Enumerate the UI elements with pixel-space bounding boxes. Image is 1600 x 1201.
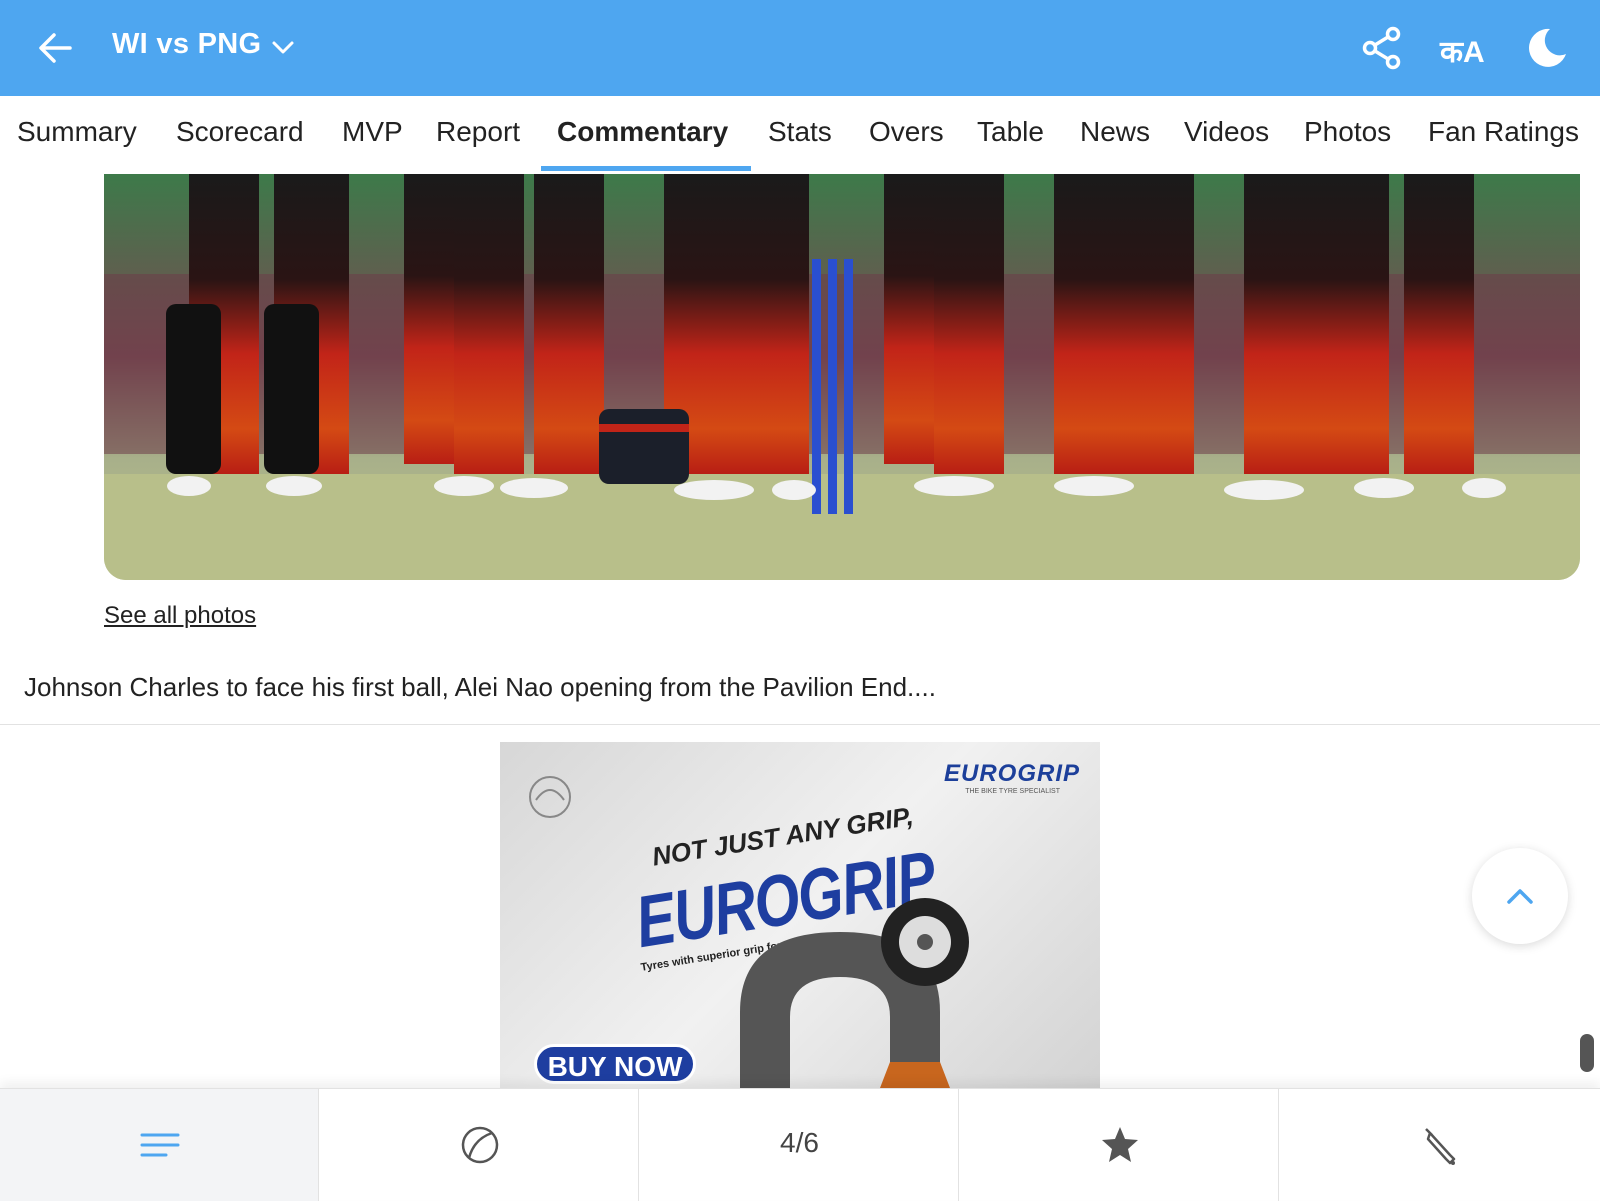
bottom-nav-menu[interactable] — [0, 1089, 319, 1201]
bottom-nav-bar: 4/6 — [0, 1088, 1600, 1201]
back-arrow-icon[interactable] — [36, 28, 76, 68]
share-icon[interactable] — [1362, 26, 1402, 70]
commentary-text: Johnson Charles to face his first ball, … — [24, 672, 936, 702]
bat-icon — [1425, 1128, 1456, 1165]
tab-videos[interactable]: Videos — [1184, 116, 1269, 148]
tab-report[interactable]: Report — [436, 116, 520, 148]
match-title[interactable]: WI vs PNG — [112, 28, 261, 61]
ball-icon — [461, 1126, 499, 1164]
scrollbar-thumb[interactable] — [1580, 1034, 1594, 1072]
tab-news[interactable]: News — [1080, 116, 1150, 148]
tab-commentary[interactable]: Commentary — [557, 116, 728, 148]
ad-brand-logo: EUROGRIP — [943, 760, 1080, 787]
moon-icon[interactable] — [1524, 26, 1568, 70]
buy-now-button[interactable]: BUY NOW — [534, 1044, 696, 1084]
active-tab-indicator — [541, 166, 751, 171]
advertisement-banner[interactable]: EUROGRIP THE BIKE TYRE SPECIALIST NOT JU… — [500, 742, 1100, 1088]
divider — [0, 724, 1600, 725]
ad-brand-subtitle: THE BIKE TYRE SPECIALIST — [965, 788, 1060, 795]
tab-mvp[interactable]: MVP — [342, 116, 403, 148]
players-celebration-image — [104, 174, 1580, 580]
match-photo[interactable] — [104, 174, 1580, 580]
tab-stats[interactable]: Stats — [768, 116, 832, 148]
menu-icon — [140, 1133, 180, 1157]
scroll-to-top-button[interactable] — [1472, 848, 1568, 944]
star-icon — [1102, 1127, 1138, 1162]
bottom-nav-ball[interactable] — [320, 1089, 639, 1201]
tab-photos[interactable]: Photos — [1304, 116, 1391, 148]
bottom-nav-bat[interactable] — [1280, 1089, 1599, 1201]
top-app-bar: WI vs PNG कA — [0, 0, 1600, 96]
language-toggle[interactable]: कA — [1440, 30, 1485, 71]
tab-table[interactable]: Table — [977, 116, 1044, 148]
tab-overs[interactable]: Overs — [869, 116, 944, 148]
tab-bar: Summary Scorecard MVP Report Commentary … — [0, 96, 1600, 174]
bottom-nav-count[interactable]: 4/6 — [640, 1089, 959, 1201]
chevron-down-icon[interactable] — [270, 36, 296, 60]
tyre-track-illustration — [740, 898, 969, 1088]
bottom-nav-star[interactable] — [960, 1089, 1279, 1201]
see-all-photos-link[interactable]: See all photos — [104, 602, 256, 630]
chevron-up-icon — [1507, 889, 1533, 904]
page-counter: 4/6 — [780, 1127, 819, 1158]
team-logo-icon — [529, 776, 571, 818]
tab-scorecard[interactable]: Scorecard — [176, 116, 304, 148]
tab-summary[interactable]: Summary — [17, 116, 137, 148]
tab-fan-ratings[interactable]: Fan Ratings — [1428, 116, 1579, 148]
